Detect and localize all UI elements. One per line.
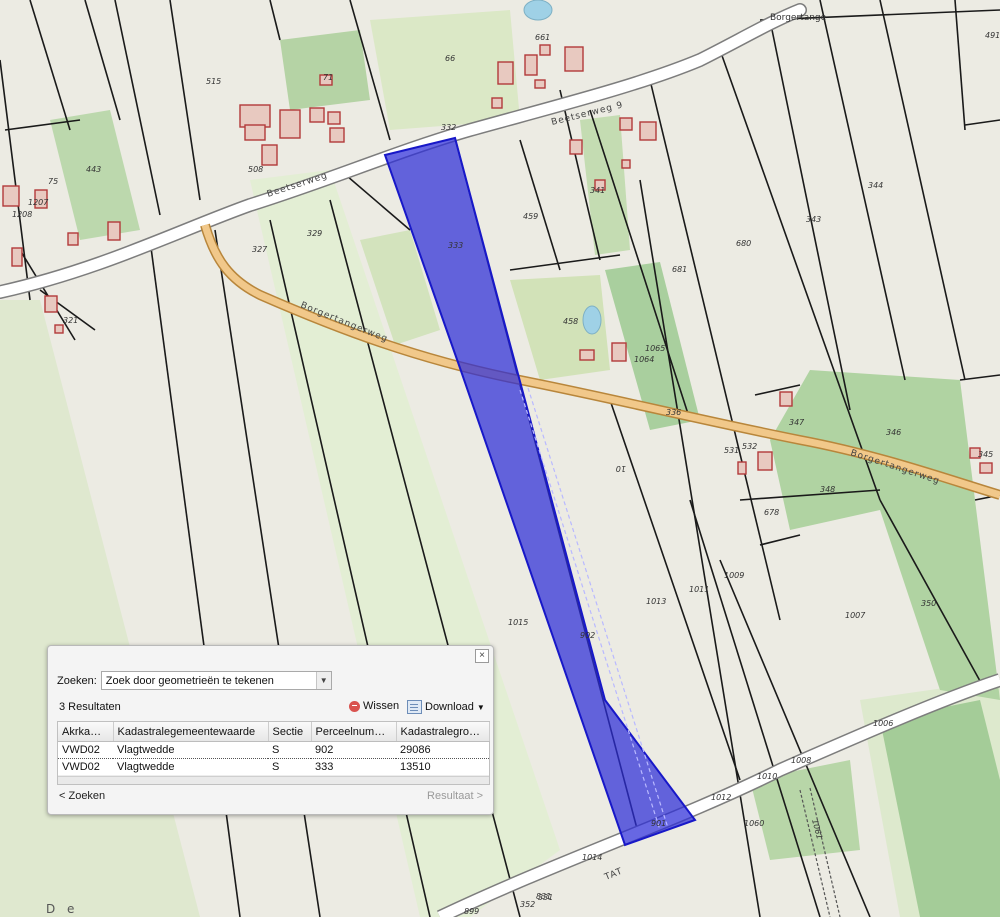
parcel-label: 901 (651, 819, 666, 828)
road-number: 336 (666, 408, 681, 417)
download-button[interactable]: Download ▼ (407, 700, 485, 714)
parcel-label: 66 (445, 54, 455, 63)
forest-area (280, 30, 370, 110)
parcel-label: 1010 (757, 772, 777, 781)
column-header[interactable]: Akrka… (58, 722, 114, 742)
download-icon (407, 700, 422, 714)
parcel-label: 532 (742, 442, 757, 451)
parcel-label: 1064 (634, 355, 654, 364)
table-cell: VWD02 (58, 741, 113, 759)
search-row: Zoeken: Zoek door geometrieën te tekenen… (57, 671, 332, 690)
parcel-label: 459 (523, 212, 538, 221)
table-cell: 333 (311, 758, 396, 776)
table-cell: Vlagtwedde (113, 758, 268, 776)
table-cell: 13510 (396, 758, 489, 776)
parcel-label: 75 (48, 177, 58, 186)
parcel-label: 678 (764, 508, 779, 517)
parcel-label: 1011 (689, 585, 709, 594)
parcel-label: 1208 (12, 210, 32, 219)
parcel-label: 346 (886, 428, 901, 437)
parcel-label: 347 (789, 418, 805, 427)
parcel-label: 443 (86, 165, 101, 174)
pond (582, 305, 602, 335)
grid-header-row: Akrka… Kadastralegemeentewaarde Sectie P… (58, 722, 490, 742)
parcel-label: 1013 (646, 597, 666, 606)
search-label: Zoeken: (57, 674, 97, 687)
parcel-label: 341 (590, 186, 605, 195)
chevron-down-icon[interactable]: ▼ (315, 672, 331, 689)
parcel-label: 902 (580, 631, 595, 640)
parcel-label: 1007 (845, 611, 866, 620)
table-row[interactable]: VWD02 Vlagtwedde S 902 29086 (58, 741, 489, 759)
parcel-label: 515 (206, 77, 221, 86)
panel-footer: < Zoeken Resultaat > (57, 789, 487, 805)
parcel-label: 1008 (791, 756, 811, 765)
parcel-label: 831 (536, 892, 551, 901)
parcel-label: 343 (806, 215, 821, 224)
parcel-label: 508 (248, 165, 263, 174)
table-row[interactable]: VWD02 Vlagtwedde S 333 13510 (58, 758, 489, 776)
pond (523, 0, 553, 21)
results-grid: Akrka… Kadastralegemeentewaarde Sectie P… (57, 721, 490, 785)
parcel-label: 681 (672, 265, 687, 274)
parcel-label: 348 (820, 485, 835, 494)
parcel-label: 1006 (873, 719, 893, 728)
parcel-label: 680 (736, 239, 751, 248)
parcel-label: 458 (563, 317, 578, 326)
results-toolbar: 3 Resultaten – Wissen Download ▼ (57, 698, 487, 716)
table-cell: S (268, 758, 311, 776)
parcel-label: 329 (307, 229, 322, 238)
table-cell: VWD02 (58, 758, 113, 776)
wissen-button[interactable]: – Wissen (349, 700, 399, 712)
parcel-label: 1012 (711, 793, 731, 802)
parcel-label: 1009 (724, 571, 744, 580)
parcel-label: 491 (985, 31, 1000, 40)
parcel-label: 1065 (645, 344, 665, 353)
wissen-label: Wissen (363, 700, 400, 712)
column-header[interactable]: Kadastralegemeentewaarde (113, 722, 269, 742)
parcel-label: 321 (63, 316, 78, 325)
parcel-label: 531 (724, 446, 739, 455)
parcel-label: 10 (616, 464, 626, 473)
parcel-label: 899 (464, 907, 479, 916)
parcel-label: 1015 (508, 618, 528, 627)
download-label: Download (425, 701, 474, 713)
column-header[interactable]: Perceelnum… (311, 722, 397, 742)
search-panel: × Zoeken: Zoek door geometrieën te teken… (47, 645, 494, 815)
place-label-borgertange: Borgertange (770, 13, 827, 23)
caret-down-icon: ▼ (476, 702, 485, 712)
map-corner-text: D e (46, 902, 78, 916)
next-result-link[interactable]: Resultaat > (427, 790, 483, 802)
column-header[interactable]: Kadastralegrootte (396, 722, 490, 742)
parcel-label: 661 (535, 33, 550, 42)
road-number: 332 (441, 123, 456, 132)
horizontal-scrollbar[interactable] (58, 776, 489, 784)
delete-icon: – (349, 700, 360, 712)
table-cell: 902 (311, 741, 396, 759)
close-button[interactable]: × (475, 649, 489, 663)
parcel-label: 71 (323, 73, 333, 82)
parcel-label: 1060 (744, 819, 764, 828)
parcel-label: 333 (448, 241, 463, 250)
search-mode-select[interactable]: Zoek door geometrieën te tekenen ▼ (100, 671, 332, 690)
road-number: 352 (520, 900, 535, 909)
table-cell: S (268, 741, 311, 759)
parcel-label: 327 (252, 245, 268, 254)
back-to-search-link[interactable]: < Zoeken (59, 790, 105, 802)
parcel-label: 1014 (582, 853, 602, 862)
table-cell: Vlagtwedde (113, 741, 268, 759)
parcel-label: 350 (921, 599, 936, 608)
parcel-label: 345 (978, 450, 993, 459)
table-cell: 29086 (396, 741, 489, 759)
column-header[interactable]: Sectie (268, 722, 312, 742)
parcel-label: 1207 (28, 198, 49, 207)
results-count: 3 Resultaten (59, 701, 121, 713)
search-mode-value: Zoek door geometrieën te tekenen (105, 674, 274, 687)
parcel-label: 344 (868, 181, 883, 190)
